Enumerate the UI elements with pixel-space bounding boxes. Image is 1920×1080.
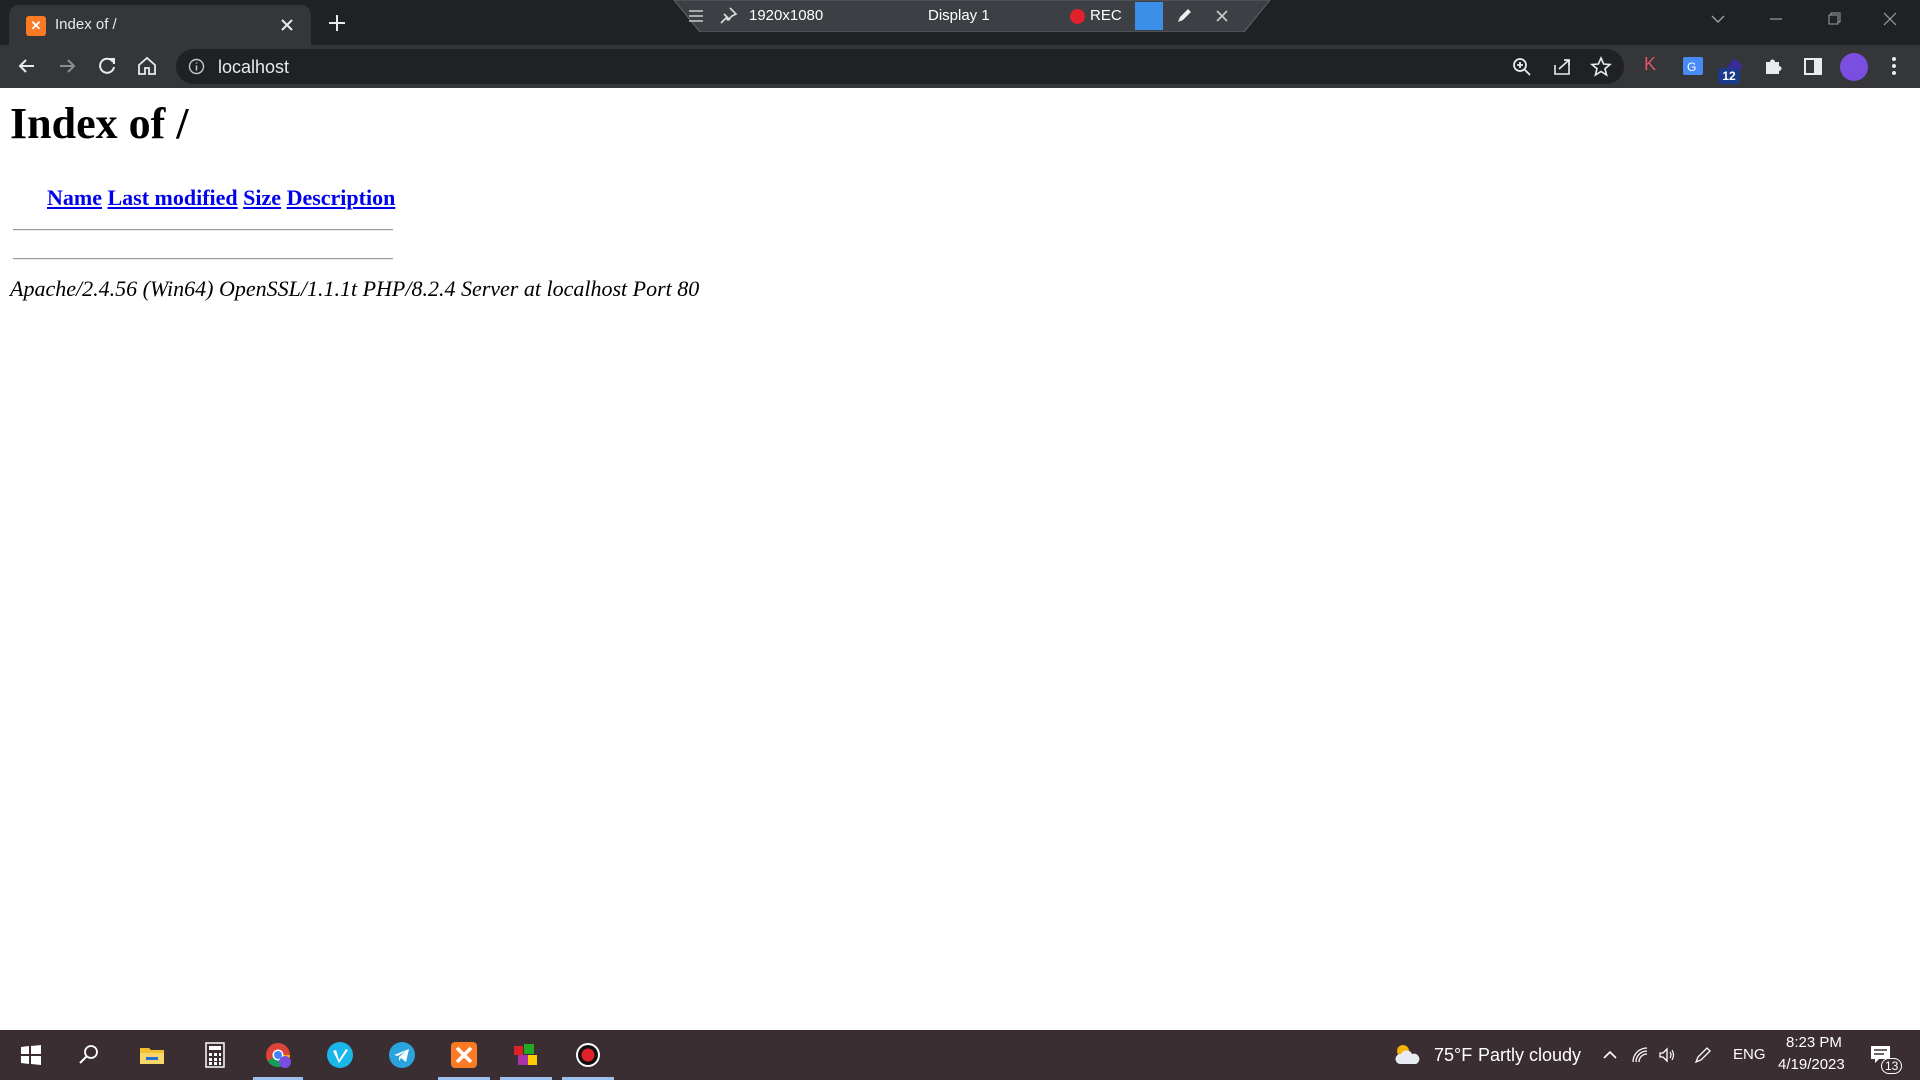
server-signature: Apache/2.4.56 (Win64) OpenSSL/1.1.1t PHP… [10, 276, 700, 301]
sort-by-last-modified-link[interactable]: Last modified [107, 185, 237, 210]
xampp-icon: ✕ [26, 16, 46, 36]
tab-title: Index of / [55, 16, 117, 33]
recorder-rec-label[interactable]: REC [1090, 7, 1122, 24]
extension-k-icon[interactable]: K [1644, 54, 1656, 75]
forward-icon[interactable] [54, 53, 80, 79]
reload-icon[interactable] [94, 53, 120, 79]
pin-icon[interactable] [718, 6, 738, 26]
winrar-icon[interactable] [511, 1040, 541, 1070]
profile-avatar[interactable] [1840, 53, 1868, 81]
file-explorer-icon[interactable] [137, 1040, 167, 1070]
xampp-icon[interactable] [449, 1040, 479, 1070]
minimize-icon[interactable] [1752, 4, 1800, 34]
divider [13, 229, 393, 231]
browser-tab[interactable]: ✕ Index of / [9, 5, 311, 45]
weather-partly-cloudy-icon[interactable] [1392, 1040, 1422, 1070]
recorder-display[interactable]: Display 1 [928, 7, 990, 24]
weather-temperature[interactable]: 75°F [1434, 1045, 1472, 1066]
network-icon[interactable] [1630, 1045, 1650, 1065]
home-icon[interactable] [134, 53, 160, 79]
page-title: Index of / [10, 99, 189, 148]
browser-toolbar: localhost K G 12 [0, 45, 1920, 88]
page-content: Index of / Name Last modified Size Descr… [0, 88, 1920, 1030]
volume-icon[interactable] [1657, 1045, 1677, 1065]
windows-taskbar: 75°F Partly cloudy ENG 8:23 PM 4/19/2023… [0, 1030, 1920, 1080]
sort-by-description-link[interactable]: Description [287, 185, 396, 210]
back-icon[interactable] [14, 53, 40, 79]
clock-time[interactable]: 8:23 PM [1786, 1034, 1842, 1051]
menu-icon[interactable] [686, 6, 706, 26]
sort-by-name-link[interactable]: Name [47, 185, 102, 210]
calculator-icon[interactable] [200, 1040, 230, 1070]
svg-text:G: G [1687, 60, 1696, 74]
bookmark-star-icon[interactable] [1589, 55, 1613, 79]
zoom-icon[interactable] [1510, 55, 1534, 79]
side-panel-icon[interactable] [1800, 53, 1826, 79]
search-icon[interactable] [74, 1040, 104, 1070]
share-icon[interactable] [1550, 55, 1574, 79]
start-icon[interactable] [16, 1040, 46, 1070]
weather-condition[interactable]: Partly cloudy [1478, 1045, 1581, 1066]
camera-icon[interactable] [1135, 2, 1163, 30]
extension-badge: 12 [1718, 68, 1740, 84]
translate-icon[interactable]: G [1680, 53, 1706, 79]
recorder-resolution: 1920x1080 [749, 7, 824, 24]
browser-tab-bar: ✕ Index of / 1920x1080 Display 1 REC [0, 0, 1920, 45]
new-tab-icon[interactable] [324, 10, 350, 36]
clock-date[interactable]: 4/19/2023 [1778, 1056, 1845, 1073]
record-dot-icon [1070, 9, 1085, 24]
column-headers: Name Last modified Size Description [47, 185, 395, 211]
tab-search-icon[interactable] [1694, 4, 1742, 34]
address-bar[interactable]: localhost [176, 49, 1624, 84]
chevron-up-icon[interactable] [1600, 1045, 1620, 1065]
info-icon[interactable] [188, 58, 205, 75]
telegram-icon[interactable] [387, 1040, 417, 1070]
close-icon[interactable] [277, 15, 297, 35]
sort-by-size-link[interactable]: Size [243, 185, 281, 210]
close-icon[interactable] [1212, 6, 1232, 26]
input-language[interactable]: ENG [1733, 1046, 1766, 1063]
screen-recorder-bar: 1920x1080 Display 1 REC [660, 0, 1270, 32]
pencil-icon[interactable] [1174, 6, 1194, 26]
notification-count: 13 [1881, 1058, 1903, 1074]
pen-icon[interactable] [1693, 1045, 1713, 1065]
extensions-puzzle-icon[interactable] [1760, 53, 1786, 79]
menu-dots-icon[interactable] [1881, 53, 1907, 79]
close-window-icon[interactable] [1866, 4, 1914, 34]
chrome-icon[interactable] [263, 1040, 293, 1070]
restore-icon[interactable] [1810, 4, 1858, 34]
url-text[interactable]: localhost [218, 57, 289, 78]
vimeo-icon[interactable] [325, 1040, 355, 1070]
divider [13, 258, 393, 260]
recorder-icon[interactable] [573, 1040, 603, 1070]
